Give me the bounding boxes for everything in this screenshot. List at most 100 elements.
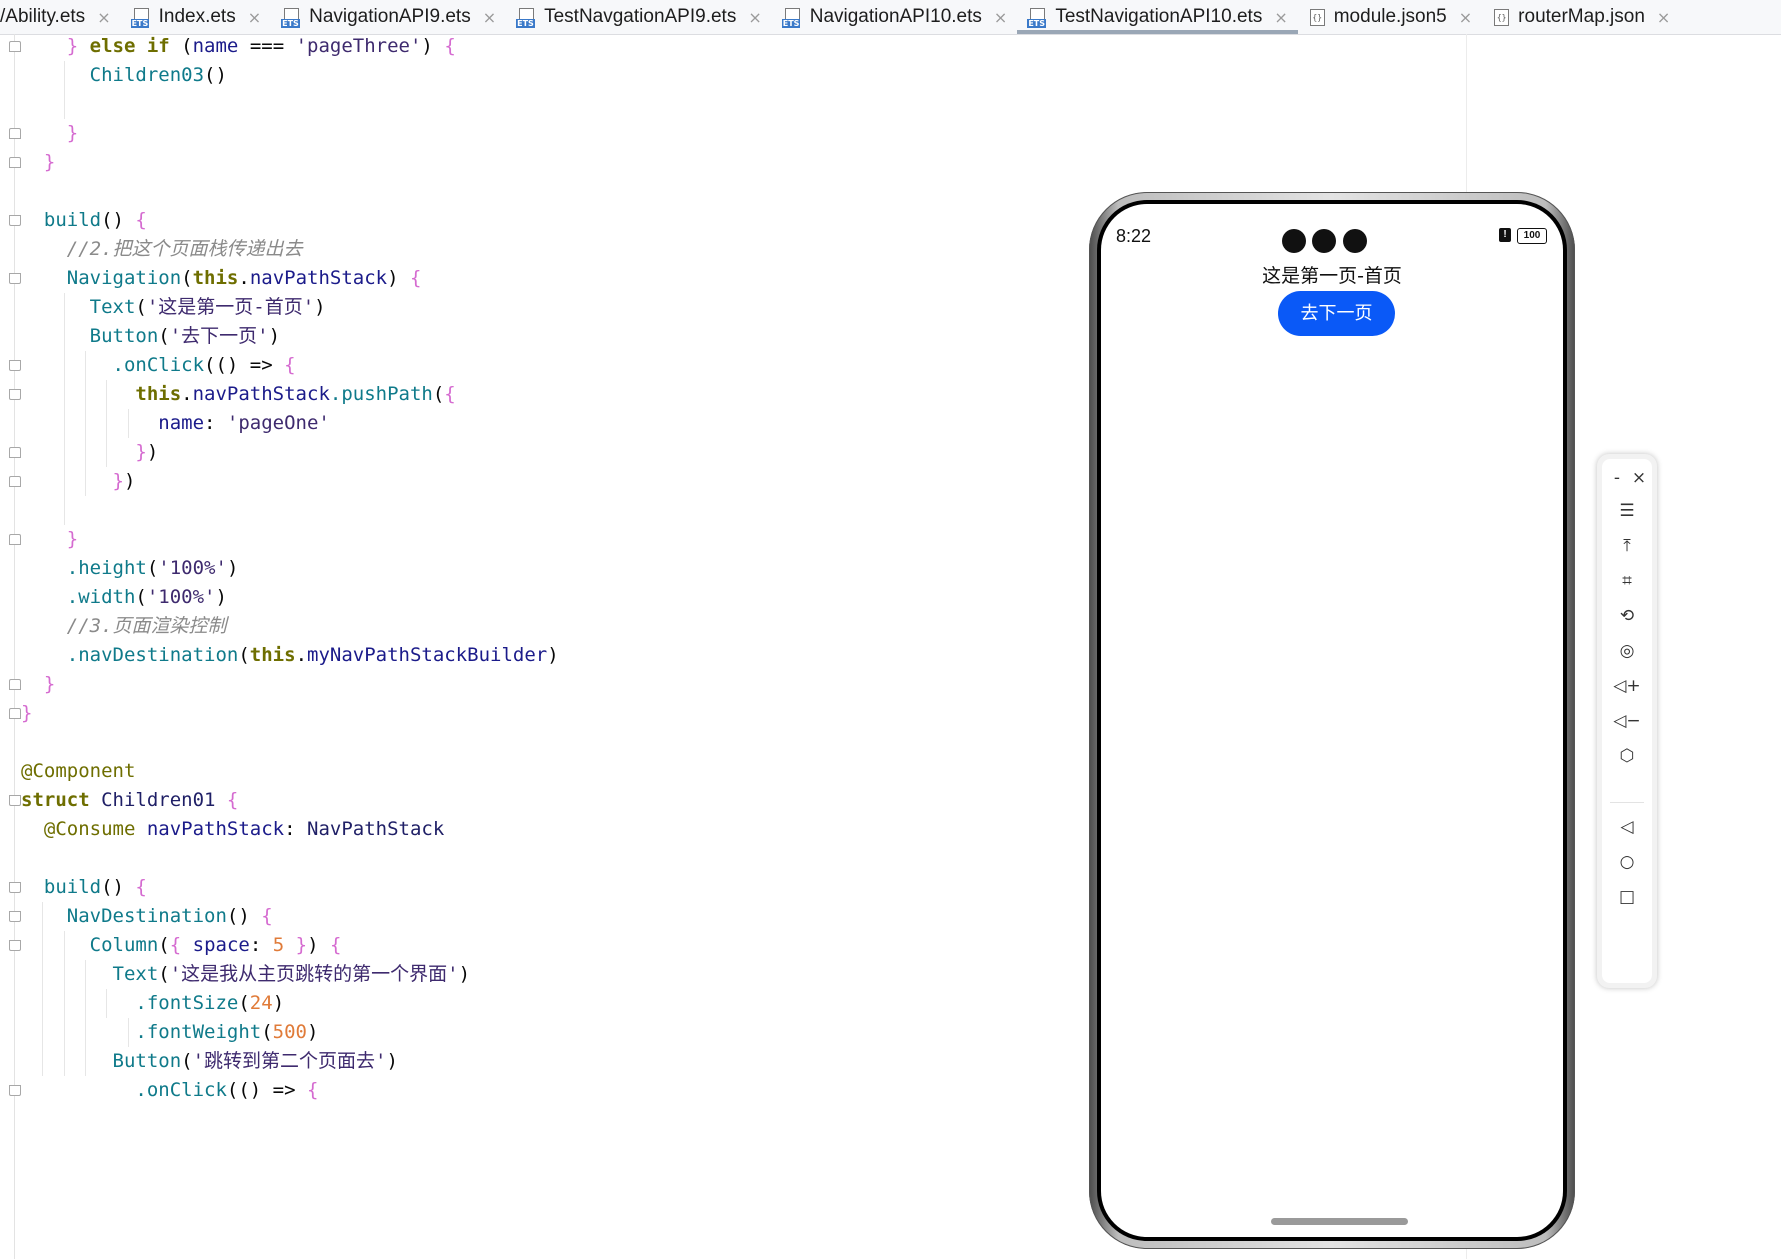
tab-label: module.json5 bbox=[1333, 6, 1447, 27]
code-line[interactable]: name: 'pageOne' bbox=[21, 409, 330, 438]
home-icon[interactable]: ○ bbox=[1602, 847, 1652, 877]
code-line[interactable]: Button('去下一页') bbox=[21, 322, 280, 351]
tab-close-icon[interactable]: × bbox=[748, 8, 761, 27]
code-token: this bbox=[249, 644, 296, 666]
code-token: ) bbox=[421, 35, 445, 57]
code-token: .height bbox=[21, 557, 147, 579]
code-line[interactable]: struct Children01 { bbox=[21, 786, 238, 815]
fold-expand-icon[interactable] bbox=[9, 215, 21, 226]
code-token: navPathStack bbox=[146, 818, 285, 840]
tab-close-icon[interactable]: × bbox=[1657, 8, 1670, 27]
code-line[interactable]: }) bbox=[21, 467, 136, 496]
code-line[interactable]: this.navPathStack.pushPath({ bbox=[21, 380, 455, 409]
fold-expand-icon[interactable] bbox=[9, 360, 21, 371]
code-token: ( bbox=[146, 557, 159, 579]
home-indicator[interactable] bbox=[1271, 1218, 1408, 1225]
code-token: 24 bbox=[249, 992, 273, 1014]
code-line[interactable]: .fontWeight(500) bbox=[21, 1018, 318, 1047]
fold-collapse-icon[interactable] bbox=[9, 447, 21, 458]
code-token: '去下一页' bbox=[169, 325, 269, 347]
code-line[interactable]: } bbox=[21, 670, 55, 699]
back-icon[interactable]: ◁ bbox=[1602, 812, 1652, 842]
code-line[interactable]: NavDestination() { bbox=[21, 902, 273, 931]
code-line[interactable]: }) bbox=[21, 438, 158, 467]
tab-close-icon[interactable]: × bbox=[483, 8, 496, 27]
tab-testnavigationapi10-ets[interactable]: ETS TestNavigationAPI10.ets × bbox=[1017, 0, 1299, 34]
code-line[interactable]: .fontSize(24) bbox=[21, 989, 284, 1018]
code-line[interactable]: Children03() bbox=[21, 61, 227, 90]
ets-file-icon: ETS bbox=[281, 8, 301, 28]
code-token: 'pageOne' bbox=[226, 412, 330, 434]
code-line[interactable]: Text('这是我从主页跳转的第一个界面') bbox=[21, 960, 471, 989]
code-line[interactable]: Column({ space: 5 }) { bbox=[21, 931, 342, 960]
code-line[interactable]: } else if (name === 'pageThree') { bbox=[21, 34, 456, 61]
device-screen[interactable]: 8:22 ! 100 这是第一页-首页 去下一页 bbox=[1101, 204, 1563, 1237]
code-line[interactable]: Button('跳转到第二个页面去') bbox=[21, 1047, 398, 1076]
code-token: } bbox=[21, 35, 90, 57]
fold-expand-icon[interactable] bbox=[9, 273, 21, 284]
code-line[interactable]: build() { bbox=[21, 206, 147, 235]
fold-collapse-icon[interactable] bbox=[9, 708, 21, 719]
code-line[interactable]: //3.页面渲染控制 bbox=[21, 612, 227, 641]
code-line[interactable]: .onClick(() => { bbox=[21, 1076, 318, 1105]
code-line[interactable]: .navDestination(this.myNavPathStackBuild… bbox=[21, 641, 559, 670]
code-editor[interactable]: } else if (name === 'pageThree') { Child… bbox=[0, 34, 1000, 1259]
volume-down-icon[interactable]: ◁− bbox=[1602, 706, 1652, 736]
recents-icon[interactable]: □ bbox=[1602, 882, 1652, 912]
code-token: ) bbox=[123, 470, 136, 492]
fold-collapse-icon[interactable] bbox=[9, 534, 21, 545]
fold-collapse-icon[interactable] bbox=[9, 41, 21, 52]
fold-expand-icon[interactable] bbox=[9, 795, 21, 806]
code-line[interactable]: @Consume navPathStack: NavPathStack bbox=[21, 815, 444, 844]
code-line[interactable]: .height('100%') bbox=[21, 554, 239, 583]
fold-collapse-icon[interactable] bbox=[9, 128, 21, 139]
fold-expand-icon[interactable] bbox=[9, 389, 21, 400]
crop-icon[interactable]: ⌗ bbox=[1602, 566, 1652, 596]
code-line[interactable]: } bbox=[21, 699, 32, 728]
code-line[interactable]: .width('100%') bbox=[21, 583, 227, 612]
code-token: //3.页面渲染控制 bbox=[21, 615, 227, 637]
tab-module-json5[interactable]: {} module.json5 × bbox=[1298, 0, 1482, 34]
fold-expand-icon[interactable] bbox=[9, 1085, 21, 1096]
tab-navigationapi9-ets[interactable]: ETS NavigationAPI9.ets × bbox=[271, 0, 506, 34]
tab-close-icon[interactable]: × bbox=[1459, 8, 1472, 27]
fold-collapse-icon[interactable] bbox=[9, 679, 21, 690]
rotate-icon[interactable]: ⟲ bbox=[1602, 601, 1652, 631]
code-token: Button bbox=[21, 325, 159, 347]
tab-ability-ets[interactable]: /Ability.ets × bbox=[0, 0, 121, 34]
tab-routermap-json[interactable]: {} routerMap.json × bbox=[1482, 0, 1680, 34]
tab-index-ets[interactable]: ETS Index.ets × bbox=[121, 0, 272, 34]
fold-expand-icon[interactable] bbox=[9, 940, 21, 951]
code-line[interactable]: @Component bbox=[21, 757, 135, 786]
pin-icon[interactable]: ⤒ bbox=[1602, 531, 1652, 561]
json-file-icon: {} bbox=[1308, 8, 1326, 26]
code-line[interactable]: Text('这是第一页-首页') bbox=[21, 293, 326, 322]
code-line[interactable]: } bbox=[21, 119, 78, 148]
tab-close-icon[interactable]: × bbox=[994, 8, 1007, 27]
code-token: } bbox=[21, 151, 56, 173]
code-token: '100%' bbox=[158, 557, 227, 579]
code-line[interactable]: } bbox=[21, 525, 78, 554]
fold-expand-icon[interactable] bbox=[9, 911, 21, 922]
fold-collapse-icon[interactable] bbox=[9, 157, 21, 168]
fold-collapse-icon[interactable] bbox=[9, 476, 21, 487]
volume-up-icon[interactable]: ◁+ bbox=[1602, 671, 1652, 701]
code-line[interactable]: build() { bbox=[21, 873, 147, 902]
tab-testnavgationapi9-ets[interactable]: ETS TestNavgationAPI9.ets × bbox=[506, 0, 772, 34]
menu-icon[interactable]: ☰ bbox=[1602, 496, 1652, 526]
code-line[interactable]: } bbox=[21, 148, 55, 177]
code-line[interactable]: Navigation(this.navPathStack) { bbox=[21, 264, 422, 293]
code-token: space bbox=[192, 934, 250, 956]
next-page-button[interactable]: 去下一页 bbox=[1278, 291, 1395, 336]
code-line[interactable]: //2.把这个页面栈传递出去 bbox=[21, 235, 303, 264]
tab-navigationapi10-ets[interactable]: ETS NavigationAPI10.ets × bbox=[772, 0, 1018, 34]
close-icon[interactable]: × bbox=[1628, 463, 1650, 493]
tab-close-icon[interactable]: × bbox=[1274, 8, 1287, 27]
fold-expand-icon[interactable] bbox=[9, 882, 21, 893]
shake-icon[interactable]: ⬡ bbox=[1602, 741, 1652, 771]
screenshot-icon[interactable]: ◎ bbox=[1602, 636, 1652, 666]
tab-close-icon[interactable]: × bbox=[248, 8, 261, 27]
minimize-icon[interactable]: - bbox=[1606, 463, 1628, 493]
tab-close-icon[interactable]: × bbox=[97, 8, 110, 27]
code-line[interactable]: .onClick(() => { bbox=[21, 351, 296, 380]
